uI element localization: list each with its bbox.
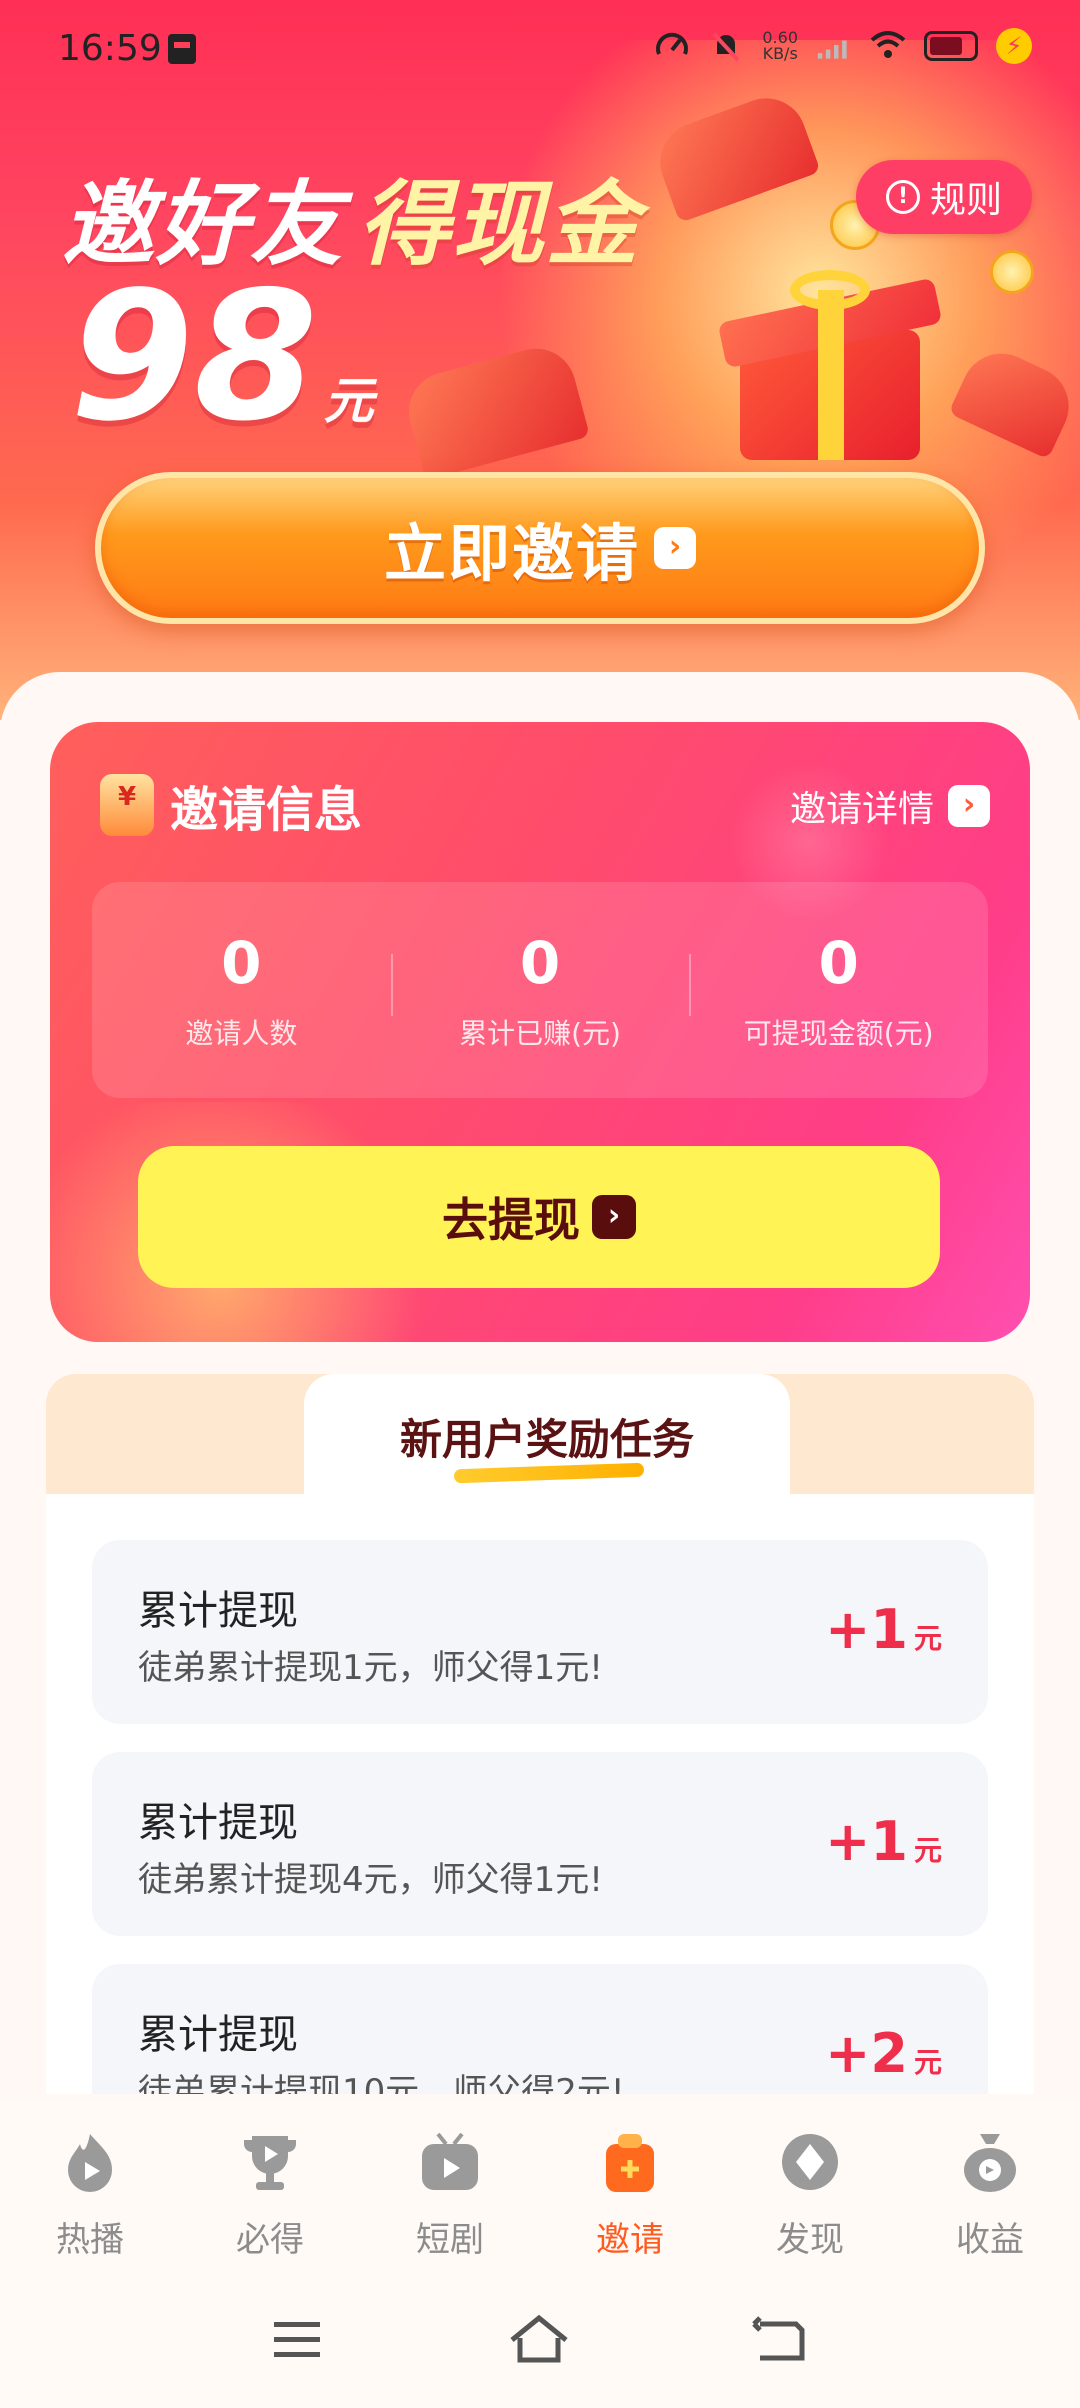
chevron-right-icon: › [948, 785, 990, 827]
bell-muted-icon [712, 32, 740, 62]
status-time: 16:59 [58, 28, 162, 69]
hero-banner: 16:59 0.60 KB/s ⚡ 邀好友 得现金 98 元 ! 规则 立即邀请… [0, 0, 1080, 720]
task-item: 累计提现 徒弟累计提现10元，师父得2元! +2 元 [92, 1964, 988, 2094]
battery-icon [924, 31, 978, 61]
net-speed: 0.60 KB/s [762, 28, 798, 63]
withdraw-button[interactable]: 去提现 › [138, 1146, 940, 1288]
wifi-icon [870, 31, 906, 58]
menu-icon[interactable] [262, 2310, 332, 2370]
hero-amount: 98 元 [70, 253, 374, 460]
new-user-tasks-panel: 新用户奖励任务 累计提现 徒弟累计提现1元，师父得1元! +1 元 累计提现 徒弟… [46, 1374, 1034, 2094]
rules-button[interactable]: ! 规则 [856, 160, 1032, 234]
invite-detail-link[interactable]: 邀请详情 › [790, 780, 990, 832]
nav-item-short-drama[interactable]: 短剧 [360, 2100, 540, 2274]
chevron-right-icon: › [592, 1195, 636, 1239]
nav-item-must-win[interactable]: 必得 [180, 2100, 360, 2274]
invite-gift-icon [606, 2134, 654, 2192]
task-reward: +1 元 [825, 1598, 942, 1661]
nav-item-earnings[interactable]: 收益 [900, 2100, 1080, 2274]
chevron-right-icon: › [654, 527, 696, 569]
task-reward: +1 元 [825, 1810, 942, 1873]
back-icon[interactable] [746, 2310, 816, 2370]
info-icon: ! [885, 180, 920, 214]
compass-icon [782, 2134, 838, 2190]
trophy-icon [244, 2136, 296, 2190]
task-item: 累计提现 徒弟累计提现4元，师父得1元! +1 元 [92, 1752, 988, 1936]
flame-play-icon [68, 2134, 112, 2192]
task-reward: +2 元 [825, 2022, 942, 2085]
money-bag-icon [964, 2134, 1016, 2192]
tab-new-user-tasks[interactable]: 新用户奖励任务 [304, 1374, 790, 1498]
wallet-icon [100, 774, 154, 836]
invite-info-title: 邀请信息 [170, 782, 363, 838]
system-nav-bar [0, 2274, 1080, 2408]
stat-withdrawable: 0 可提现金额(元) [689, 928, 988, 1052]
invite-now-button[interactable]: 立即邀请 › [95, 472, 985, 624]
invite-info-card: 邀请信息 邀请详情 › 0 邀请人数 0 累计已赚(元) 0 可提现金额(元) … [50, 722, 1030, 1342]
sim-card-icon [168, 34, 196, 64]
invite-info-header: 邀请信息 [100, 770, 362, 840]
stat-total-earned: 0 累计已赚(元) [390, 928, 690, 1052]
signal-icon [817, 40, 847, 59]
home-icon[interactable] [504, 2310, 574, 2370]
task-item: 累计提现 徒弟累计提现1元，师父得1元! +1 元 [92, 1540, 988, 1724]
coin-icon [990, 250, 1034, 294]
nav-item-invite[interactable]: 邀请 [540, 2100, 720, 2274]
bottom-nav: 热播 必得 短剧 邀请 发现 收益 [0, 2100, 1080, 2274]
gift-box-icon [717, 270, 943, 460]
charging-icon: ⚡ [996, 28, 1032, 64]
invite-stats: 0 邀请人数 0 累计已赚(元) 0 可提现金额(元) [92, 882, 988, 1098]
speedometer-icon [656, 32, 689, 55]
stat-invite-count: 0 邀请人数 [185, 929, 298, 1050]
status-bar: 16:59 0.60 KB/s ⚡ [0, 0, 1080, 96]
nav-item-discover[interactable]: 发现 [720, 2100, 900, 2274]
tv-play-icon [422, 2132, 478, 2190]
nav-item-hot[interactable]: 热播 [0, 2100, 180, 2274]
